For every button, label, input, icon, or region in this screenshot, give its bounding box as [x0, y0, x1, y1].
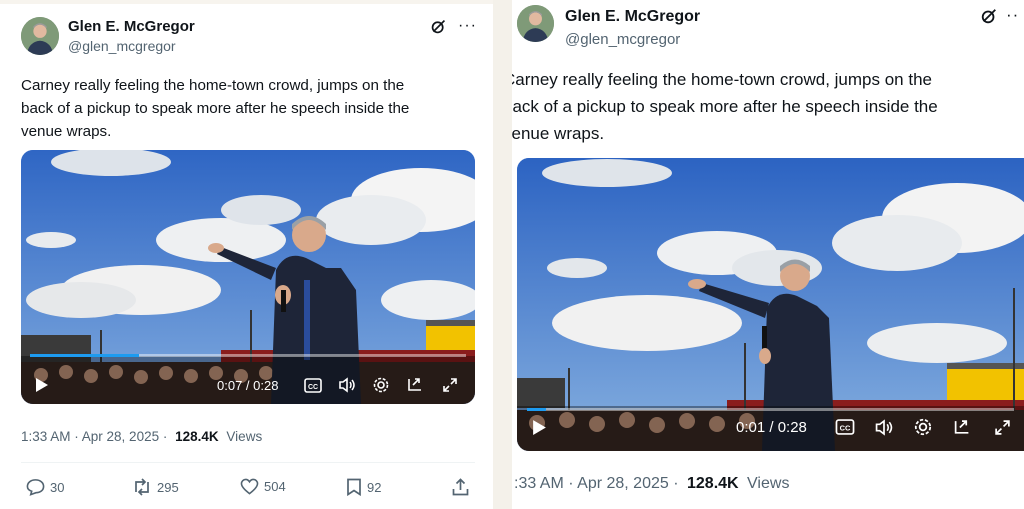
progress-fill — [30, 354, 139, 357]
timestamp[interactable]: :33 AM · Apr 28, 2025 · — [514, 475, 679, 492]
right-tweet-screenshot: Glen E. McGregor @glen_mcgregor ·· Carne… — [512, 0, 1024, 509]
tweet-text-line: Carney really feeling the home-town crow… — [21, 77, 405, 94]
bookmark-button[interactable]: 92 — [346, 478, 381, 496]
settings-icon[interactable] — [911, 415, 935, 439]
svg-text:CC: CC — [308, 384, 318, 391]
volume-icon[interactable] — [336, 374, 358, 396]
divider — [21, 462, 475, 463]
captions-icon[interactable]: CC — [833, 415, 857, 439]
more-icon[interactable]: ·· — [1006, 5, 1019, 25]
like-icon — [240, 478, 259, 495]
image-gap — [493, 0, 512, 509]
captions-icon[interactable]: CC — [302, 374, 324, 396]
views-count: 128.4K — [687, 475, 739, 492]
pip-icon[interactable] — [404, 374, 426, 396]
views-label: Views — [226, 429, 263, 444]
grok-icon[interactable] — [980, 7, 998, 30]
tweet-meta: :33 AM · Apr 28, 2025 · 128.4K Views — [514, 475, 789, 493]
left-tweet-screenshot: Glen E. McGregor @glen_mcgregor ··· Carn… — [0, 4, 493, 509]
reply-icon — [26, 479, 45, 496]
video-time: 0:07 / 0:28 — [217, 378, 279, 393]
like-count: 504 — [264, 479, 286, 494]
bookmark-count: 92 — [367, 479, 382, 495]
pip-icon[interactable] — [950, 415, 974, 439]
like-button[interactable]: 504 — [240, 478, 286, 495]
timestamp[interactable]: 1:33 AM · Apr 28, 2025 · — [21, 429, 167, 444]
grok-icon[interactable] — [430, 18, 447, 40]
tweet-text-line: venue wraps. — [21, 123, 112, 140]
repost-button[interactable]: 295 — [132, 478, 179, 496]
video-player[interactable]: 0:01 / 0:28 CC — [517, 158, 1024, 451]
volume-icon[interactable] — [872, 415, 896, 439]
fullscreen-icon[interactable] — [990, 415, 1014, 439]
settings-icon[interactable] — [370, 374, 392, 396]
author-name[interactable]: Glen E. McGregor — [565, 8, 700, 26]
views-count: 128.4K — [175, 429, 219, 444]
reply-count: 30 — [50, 479, 65, 495]
svg-text:CC: CC — [840, 424, 851, 433]
author-handle[interactable]: @glen_mcgregor — [565, 31, 680, 48]
avatar[interactable] — [21, 17, 59, 55]
tweet-text: Carney really feeling the home-town crow… — [512, 66, 938, 147]
play-icon[interactable] — [31, 374, 53, 396]
bookmark-icon — [347, 478, 361, 496]
author-name[interactable]: Glen E. McGregor — [68, 18, 195, 35]
tweet-text-line: venue wraps. — [512, 124, 605, 143]
tweet-meta: 1:33 AM · Apr 28, 2025 · 128.4K Views — [21, 429, 262, 444]
video-frame — [21, 150, 475, 404]
share-icon — [452, 478, 469, 496]
avatar[interactable] — [517, 5, 554, 42]
progress-bar[interactable] — [30, 354, 466, 357]
video-player[interactable]: 0:07 / 0:28 CC — [21, 150, 475, 404]
tweet-text-line: back of a pickup to speak more after he … — [21, 100, 410, 117]
fullscreen-icon[interactable] — [439, 374, 461, 396]
progress-bar[interactable] — [527, 408, 1014, 411]
tweet-text-line: back of a pickup to speak more after he … — [512, 97, 938, 116]
play-icon[interactable] — [527, 415, 551, 439]
reply-button[interactable]: 30 — [26, 478, 64, 496]
share-button[interactable] — [452, 478, 474, 496]
tweet-text: Carney really feeling the home-town crow… — [21, 74, 409, 143]
author-handle[interactable]: @glen_mcgregor — [68, 38, 176, 54]
more-icon[interactable]: ··· — [458, 17, 477, 35]
video-time: 0:01 / 0:28 — [736, 419, 807, 436]
views-label: Views — [747, 475, 790, 492]
repost-count: 295 — [157, 479, 179, 495]
repost-icon — [135, 478, 149, 496]
progress-fill — [527, 408, 547, 411]
tweet-text-line: Carney really feeling the home-town crow… — [512, 70, 932, 89]
